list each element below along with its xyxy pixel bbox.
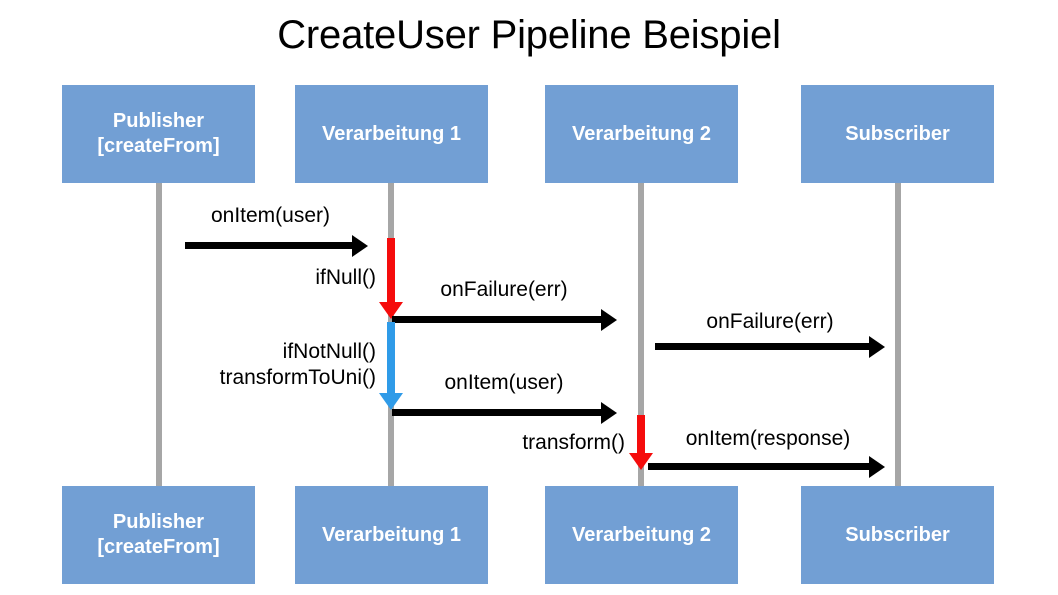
message-arrow-onitem-response	[648, 463, 870, 470]
internal-step-label-ifnotnull: ifNotNull() transformToUni()	[219, 340, 376, 389]
participant-box-verarbeitung1-top[interactable]: Verarbeitung 1	[295, 85, 488, 183]
participant-label: Verarbeitung 1	[322, 122, 461, 145]
internal-step-label-transform: transform()	[522, 431, 625, 454]
internal-step-label-ifnull: ifNull()	[315, 266, 376, 289]
internal-step-arrow-ifnull	[387, 238, 395, 304]
participant-box-verarbeitung1-bottom[interactable]: Verarbeitung 1	[295, 486, 488, 584]
message-arrow-onfailure-err-2	[655, 343, 870, 350]
sequence-diagram-canvas: CreateUser Pipeline Beispiel Publisher […	[0, 0, 1058, 595]
page-title: CreateUser Pipeline Beispiel	[277, 13, 781, 57]
participant-label: Subscriber	[845, 523, 950, 546]
message-label-onitem-user-1: onItem(user)	[210, 204, 331, 227]
participant-label: Publisher [createFrom]	[97, 110, 220, 157]
participant-label: Subscriber	[845, 122, 950, 145]
participant-box-subscriber-top[interactable]: Subscriber	[801, 85, 994, 183]
message-arrow-onitem-user-1	[185, 242, 353, 249]
participant-box-subscriber-bottom[interactable]: Subscriber	[801, 486, 994, 584]
participant-box-verarbeitung2-bottom[interactable]: Verarbeitung 2	[545, 486, 738, 584]
message-label-onitem-response: onItem(response)	[685, 427, 851, 450]
message-label-onfailure-err-1: onFailure(err)	[440, 278, 568, 301]
participant-box-publisher-bottom[interactable]: Publisher [createFrom]	[62, 486, 255, 584]
lifeline-publisher	[156, 183, 162, 490]
participant-box-verarbeitung2-top[interactable]: Verarbeitung 2	[545, 85, 738, 183]
message-arrow-onfailure-err-1	[392, 316, 602, 323]
message-arrow-onitem-user-2	[392, 409, 602, 416]
participant-box-publisher-top[interactable]: Publisher [createFrom]	[62, 85, 255, 183]
participant-label: Publisher [createFrom]	[97, 511, 220, 558]
internal-step-arrow-ifnotnull	[387, 322, 395, 395]
lifeline-subscriber	[895, 183, 901, 490]
message-label-onitem-user-2: onItem(user)	[444, 371, 564, 394]
internal-step-arrow-transform	[637, 415, 645, 455]
participant-label: Verarbeitung 2	[572, 523, 711, 546]
participant-label: Verarbeitung 2	[572, 122, 711, 145]
message-label-onfailure-err-2: onFailure(err)	[706, 310, 834, 333]
participant-label: Verarbeitung 1	[322, 523, 461, 546]
